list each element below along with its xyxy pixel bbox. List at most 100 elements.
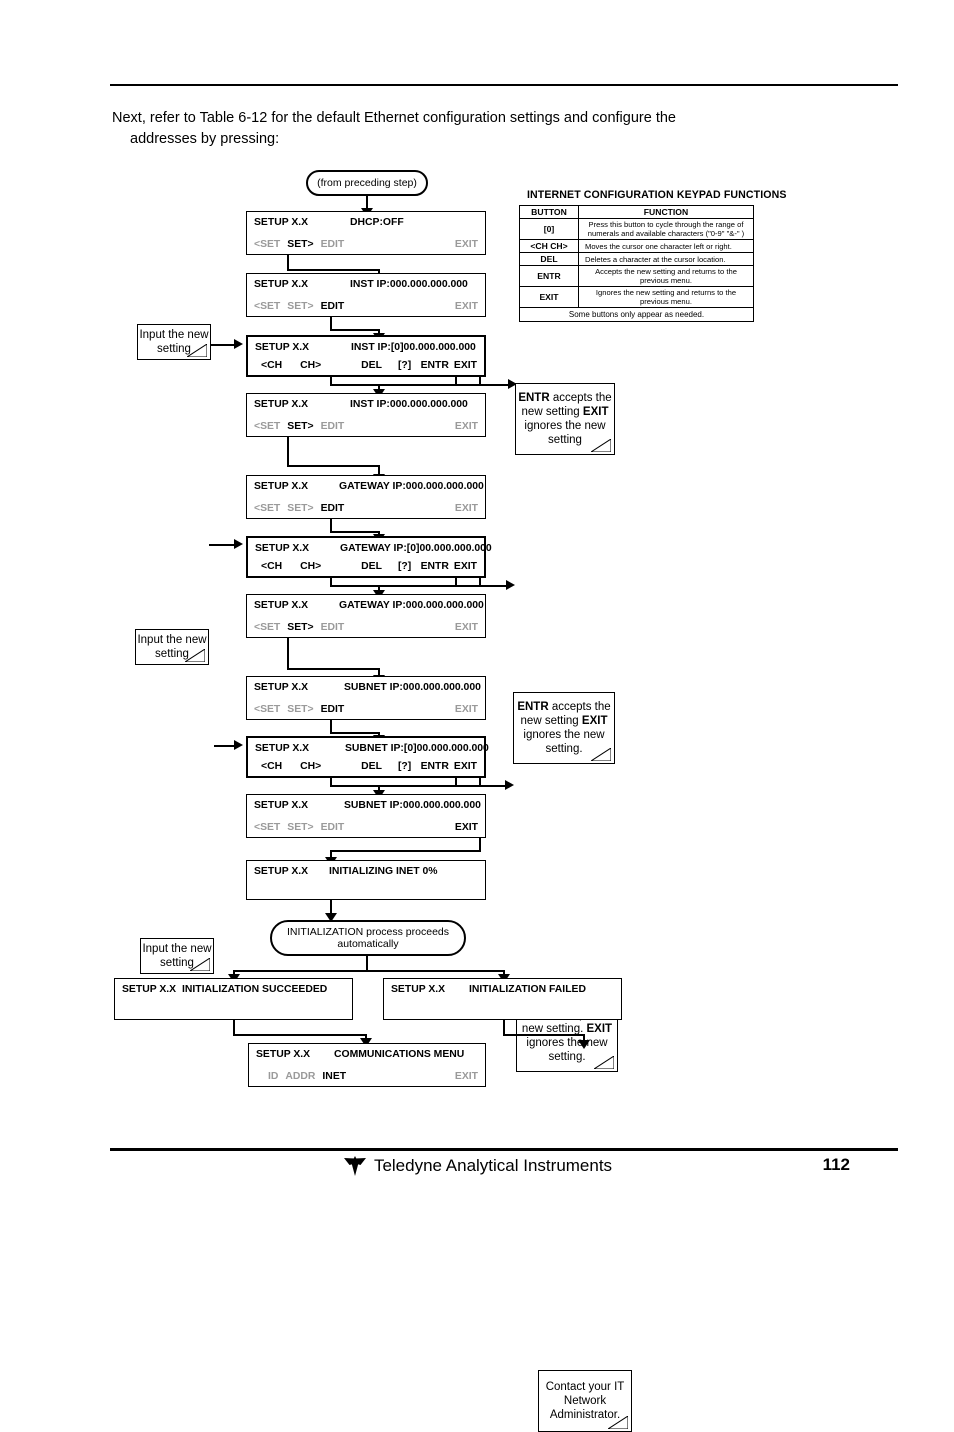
softkey-set-next[interactable]: SET> bbox=[287, 822, 313, 833]
table-footnote-row: Some buttons only appear as needed. bbox=[519, 307, 754, 322]
intro-line-1: Next, refer to Table 6-12 for the defaul… bbox=[112, 110, 676, 126]
softkey-edit[interactable]: EDIT bbox=[321, 704, 345, 715]
softkey-set-prev[interactable]: <SET bbox=[254, 301, 280, 312]
softkey-set-next[interactable]: SET> bbox=[287, 239, 313, 250]
connector bbox=[209, 544, 236, 547]
softkey-set-next[interactable]: SET> bbox=[287, 622, 313, 633]
softkey-del[interactable]: DEL bbox=[361, 761, 382, 772]
softkey-set-prev[interactable]: <SET bbox=[254, 503, 280, 514]
screen-gateway-saved[interactable]: SETUP X.X GATEWAY IP:000.000.000.000 <SE… bbox=[246, 594, 486, 638]
setup-value-post: 00.000.000.000 bbox=[403, 342, 476, 353]
edit-cursor: [0] bbox=[403, 743, 417, 754]
softkey-edit[interactable]: EDIT bbox=[321, 622, 345, 633]
screen-gateway-edit[interactable]: SETUP X.X GATEWAY IP: [0] 00.000.000.000… bbox=[246, 536, 492, 578]
note-exit-label: EXIT bbox=[581, 715, 608, 727]
setup-value: INITIALIZATION SUCCEEDED bbox=[182, 984, 328, 995]
screen-line-2: <SET SET> EDIT EXIT bbox=[254, 421, 478, 432]
note-text: Input the new setting bbox=[137, 634, 207, 660]
setup-label: SETUP X.X bbox=[122, 984, 177, 995]
screen-communications-menu[interactable]: SETUP X.X COMMUNICATIONS MENU ID ADDR IN… bbox=[248, 1043, 486, 1087]
softkey-edit[interactable]: EDIT bbox=[321, 822, 345, 833]
softkey-set-prev[interactable]: <SET bbox=[254, 704, 280, 715]
screen-subnet-view[interactable]: SETUP X.X SUBNET IP:000.000.000.000 <SET… bbox=[246, 676, 486, 720]
softkey-exit[interactable]: EXIT bbox=[455, 421, 478, 432]
softkey-exit[interactable]: EXIT bbox=[455, 1071, 478, 1082]
softkey-edit[interactable]: EDIT bbox=[321, 301, 345, 312]
softkey-edit[interactable]: EDIT bbox=[321, 503, 345, 514]
softkey-exit[interactable]: EXIT bbox=[454, 561, 477, 572]
screen-line-1: SETUP X.X INST IP: [0] 00.000.000.000 bbox=[255, 342, 477, 353]
softkey-exit[interactable]: EXIT bbox=[454, 761, 477, 772]
softkey-set-next[interactable]: SET> bbox=[287, 704, 313, 715]
softkey-exit[interactable]: EXIT bbox=[454, 360, 477, 371]
softkey-id[interactable]: ID bbox=[268, 1071, 278, 1082]
softkey-ch-left[interactable]: <CH bbox=[261, 360, 282, 371]
button-cell-ch: <CH CH> bbox=[519, 239, 579, 253]
note-text: ENTR accepts the new setting EXIT ignore… bbox=[514, 700, 614, 756]
softkey-set-next[interactable]: SET> bbox=[287, 503, 313, 514]
screen-subnet-edit[interactable]: SETUP X.X SUBNET IP: [0] 00.000.000.000 … bbox=[246, 736, 489, 778]
setup-label: SETUP X.X bbox=[254, 682, 309, 693]
screen-line-2: <SET SET> EDIT EXIT bbox=[254, 239, 478, 250]
arrow-right bbox=[234, 339, 243, 349]
screen-gateway-view[interactable]: SETUP X.X GATEWAY IP:000.000.000.000 <SE… bbox=[246, 475, 486, 519]
softkey-ch-right[interactable]: CH> bbox=[300, 561, 321, 572]
softkey-ch-left[interactable]: <CH bbox=[261, 561, 282, 572]
col-header-function: FUNCTION bbox=[578, 205, 754, 219]
softkey-exit[interactable]: EXIT bbox=[455, 239, 478, 250]
connector bbox=[330, 377, 333, 385]
softkey-addr[interactable]: ADDR bbox=[285, 1071, 315, 1082]
softkey-del[interactable]: DEL bbox=[361, 360, 382, 371]
softkey-char[interactable]: [?] bbox=[398, 360, 411, 371]
connector bbox=[287, 668, 380, 671]
intro-line-2: addresses by pressing: bbox=[130, 131, 280, 147]
softkey-entr[interactable]: ENTR bbox=[421, 561, 449, 572]
softkey-set-next[interactable]: SET> bbox=[287, 301, 313, 312]
connector bbox=[330, 778, 333, 786]
screen-inst-ip-view[interactable]: SETUP X.X INST IP:000.000.000.000 <SET S… bbox=[246, 273, 486, 317]
note-exit-desc: ignores the new setting. bbox=[523, 729, 605, 755]
note-input-new-setting-2: Input the new setting bbox=[135, 629, 209, 665]
screen-line-1: SETUP X.X SUBNET IP: [0] 00.000.000.000 bbox=[255, 743, 489, 754]
screen-line-1: SETUP X.X INST IP:000.000.000.000 bbox=[254, 399, 478, 410]
table-row: DEL Deletes a character at the cursor lo… bbox=[519, 252, 754, 266]
screen-inst-ip-saved[interactable]: SETUP X.X INST IP:000.000.000.000 <SET S… bbox=[246, 393, 486, 437]
softkey-char[interactable]: [?] bbox=[398, 561, 411, 572]
softkey-set-prev[interactable]: <SET bbox=[254, 622, 280, 633]
softkey-ch-right[interactable]: CH> bbox=[300, 761, 321, 772]
screen-dhcp[interactable]: SETUP X.X DHCP:OFF <SET SET> EDIT EXIT bbox=[246, 211, 486, 255]
screen-inst-ip-edit[interactable]: SETUP X.X INST IP: [0] 00.000.000.000 <C… bbox=[246, 335, 486, 377]
softkey-set-prev[interactable]: <SET bbox=[254, 822, 280, 833]
softkey-set-next[interactable]: SET> bbox=[287, 421, 313, 432]
softkey-entr[interactable]: ENTR bbox=[421, 761, 449, 772]
softkey-exit[interactable]: EXIT bbox=[455, 704, 478, 715]
note-entr-exit-2: ENTR accepts the new setting EXIT ignore… bbox=[513, 692, 615, 764]
teledyne-logo-icon bbox=[343, 1156, 366, 1176]
softkey-exit[interactable]: EXIT bbox=[455, 822, 478, 833]
setup-value: GATEWAY IP:000.000.000.000 bbox=[339, 481, 484, 492]
connector bbox=[287, 638, 290, 670]
softkey-inet[interactable]: INET bbox=[322, 1071, 346, 1082]
setup-value-pre: GATEWAY IP: bbox=[340, 543, 407, 554]
softkey-exit[interactable]: EXIT bbox=[455, 301, 478, 312]
screen-line-2: <SET SET> EDIT EXIT bbox=[254, 503, 478, 514]
softkey-ch-right[interactable]: CH> bbox=[300, 360, 321, 371]
flow-auto-label: INITIALIZATION process proceeds automati… bbox=[286, 926, 450, 950]
softkey-ch-left[interactable]: <CH bbox=[261, 761, 282, 772]
softkey-edit[interactable]: EDIT bbox=[321, 239, 345, 250]
softkey-set-prev[interactable]: <SET bbox=[254, 421, 280, 432]
page-footer: Teledyne Analytical Instruments bbox=[0, 1155, 954, 1177]
edit-cursor: [0] bbox=[406, 543, 420, 554]
arrow-right bbox=[234, 740, 243, 750]
screen-init-failed: SETUP X.X INITIALIZATION FAILED bbox=[383, 978, 622, 1020]
softkey-set-prev[interactable]: <SET bbox=[254, 239, 280, 250]
connector bbox=[330, 384, 501, 387]
softkey-char[interactable]: [?] bbox=[398, 761, 411, 772]
softkey-exit[interactable]: EXIT bbox=[455, 622, 478, 633]
softkey-edit[interactable]: EDIT bbox=[321, 421, 345, 432]
softkey-exit[interactable]: EXIT bbox=[455, 503, 478, 514]
softkey-del[interactable]: DEL bbox=[361, 561, 382, 572]
footer-company-name: Teledyne Analytical Instruments bbox=[373, 1156, 613, 1175]
screen-subnet-saved[interactable]: SETUP X.X SUBNET IP:000.000.000.000 <SET… bbox=[246, 794, 486, 838]
softkey-entr[interactable]: ENTR bbox=[421, 360, 449, 371]
